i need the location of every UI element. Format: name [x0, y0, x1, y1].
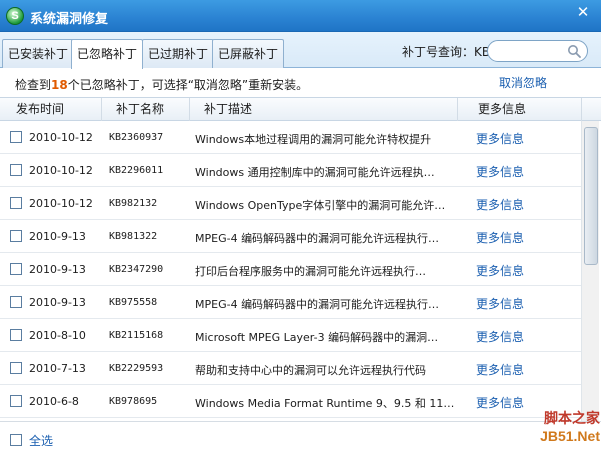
column-header-date[interactable]: 发布时间: [10, 98, 102, 121]
tab-installed[interactable]: 已安装补丁: [2, 39, 75, 68]
column-header-more-info[interactable]: 更多信息: [458, 98, 582, 121]
patch-description-cell: 帮助和支持中心中的漏洞可以允许远程执行代码: [195, 364, 426, 377]
cancel-ignore-link[interactable]: 取消忽略: [499, 74, 547, 91]
table-row[interactable]: 2010-10-12 KB2296011 Windows 通用控制库中的漏洞可能允许…: [0, 154, 581, 187]
patch-description-cell: Windows 通用控制库中的漏洞可能允许远程执…: [195, 166, 435, 179]
patch-id-cell: KB2296011: [109, 165, 164, 176]
app-logo-icon: S: [6, 7, 24, 25]
more-info-link[interactable]: 更多信息: [476, 229, 556, 246]
tab-expired[interactable]: 已过期补丁: [142, 39, 215, 68]
tab-ignored[interactable]: 已忽略补丁: [71, 39, 144, 69]
release-date-cell: 2010-8-10: [29, 329, 86, 342]
release-date-cell: 2010-10-12: [29, 131, 93, 144]
close-button[interactable]: ✕: [575, 4, 591, 20]
select-all-checkbox[interactable]: [10, 434, 22, 446]
tab-blocked[interactable]: 已屏蔽补丁: [212, 39, 285, 68]
patch-description-cell: Microsoft MPEG Layer-3 编码解码器中的漏洞…: [195, 331, 439, 344]
table-row[interactable]: 2010-10-12 KB982132 Windows OpenType字体引擎中的…: [0, 187, 581, 220]
release-date-cell: 2010-9-13: [29, 230, 86, 243]
release-date-cell: 2010-10-12: [29, 197, 93, 210]
ignored-count-message: 检查到18个已忽略补丁，可选择“取消忽略”重新安装。: [15, 76, 308, 93]
tab-strip: 已安装补丁 已忽略补丁 已过期补丁 已屏蔽补丁 补丁号查询：KB: [0, 32, 601, 69]
patch-id-cell: KB978695: [109, 396, 158, 407]
row-checkbox[interactable]: [10, 395, 22, 407]
row-checkbox[interactable]: [10, 329, 22, 341]
patch-id-cell: KB975558: [109, 297, 158, 308]
patch-list: 2010-10-12 KB2360937 Windows本地过程调用的漏洞可能允许特…: [0, 121, 581, 421]
more-info-link[interactable]: 更多信息: [476, 295, 556, 312]
release-date-cell: 2010-9-13: [29, 263, 86, 276]
row-checkbox[interactable]: [10, 131, 22, 143]
title-bar: S 系统漏洞修复 ✕: [0, 0, 601, 32]
table-header: 发布时间 补丁名称 补丁描述 更多信息: [0, 97, 601, 121]
table-row[interactable]: 2010-6-8 KB978695 Windows Media Format Run…: [0, 385, 581, 418]
patch-id-cell: KB2229593: [109, 363, 164, 374]
vertical-scrollbar[interactable]: [581, 121, 599, 421]
more-info-link[interactable]: 更多信息: [476, 361, 556, 378]
patch-id-cell: KB2347290: [109, 264, 164, 275]
scrollbar-thumb[interactable]: [584, 127, 598, 265]
more-info-link[interactable]: 更多信息: [476, 262, 556, 279]
info-prefix: 检查到: [15, 78, 52, 92]
patch-description-cell: Windows本地过程调用的漏洞可能允许特权提升: [195, 133, 432, 146]
patch-description-cell: MPEG-4 编码解码器中的漏洞可能允许远程执行…: [195, 232, 440, 245]
release-date-cell: 2010-10-12: [29, 164, 93, 177]
search-label: 补丁号查询：KB: [402, 45, 491, 59]
info-bar: 检查到18个已忽略补丁，可选择“取消忽略”重新安装。 取消忽略: [0, 69, 601, 97]
table-row[interactable]: 2010-10-12 KB2360937 Windows本地过程调用的漏洞可能允许特…: [0, 121, 581, 154]
row-checkbox[interactable]: [10, 197, 22, 209]
more-info-link[interactable]: 更多信息: [476, 196, 556, 213]
window-title: 系统漏洞修复: [30, 12, 109, 27]
row-checkbox[interactable]: [10, 230, 22, 242]
patch-id-cell: KB2115168: [109, 330, 164, 341]
more-info-link[interactable]: 更多信息: [476, 130, 556, 147]
release-date-cell: 2010-7-13: [29, 362, 86, 375]
patch-id-cell: KB2360937: [109, 132, 164, 143]
patch-description-cell: Windows OpenType字体引擎中的漏洞可能允许…: [195, 199, 446, 212]
ignored-count: 18: [51, 78, 68, 92]
more-info-link[interactable]: 更多信息: [476, 394, 556, 411]
release-date-cell: 2010-9-13: [29, 296, 86, 309]
row-checkbox[interactable]: [10, 263, 22, 275]
table-row[interactable]: 2010-9-13 KB2347290 打印后台程序服务中的漏洞可能允许远程执行… 更…: [0, 253, 581, 286]
table-row[interactable]: 2010-7-13 KB2229593 帮助和支持中心中的漏洞可以允许远程执行代码 更…: [0, 352, 581, 385]
table-row[interactable]: 2010-9-13 KB975558 MPEG-4 编码解码器中的漏洞可能允许远程执…: [0, 286, 581, 319]
patch-id-cell: KB981322: [109, 231, 158, 242]
patch-description-cell: MPEG-4 编码解码器中的漏洞可能允许远程执行…: [195, 298, 440, 311]
search-input[interactable]: [496, 43, 566, 59]
patch-description-cell: 打印后台程序服务中的漏洞可能允许远程执行…: [195, 265, 426, 278]
table-row[interactable]: 2010-8-10 KB2115168 Microsoft MPEG Layer-3…: [0, 319, 581, 352]
patch-description-cell: Windows Media Format Runtime 9、9.5 和 11…: [195, 397, 455, 410]
info-suffix: 个已忽略补丁，可选择“取消忽略”重新安装。: [67, 78, 309, 92]
column-header-kb[interactable]: 补丁名称: [102, 98, 190, 121]
row-checkbox[interactable]: [10, 164, 22, 176]
search-box[interactable]: [487, 40, 588, 62]
close-icon: ✕: [576, 3, 590, 21]
more-info-link[interactable]: 更多信息: [476, 328, 556, 345]
search-icon[interactable]: [567, 44, 581, 58]
more-info-link[interactable]: 更多信息: [476, 163, 556, 180]
select-all-label[interactable]: 全选: [29, 432, 53, 449]
row-checkbox[interactable]: [10, 296, 22, 308]
footer-bar: 全选: [0, 421, 601, 456]
release-date-cell: 2010-6-8: [29, 395, 79, 408]
row-checkbox[interactable]: [10, 362, 22, 374]
patch-id-cell: KB982132: [109, 198, 158, 209]
column-header-description[interactable]: 补丁描述: [190, 98, 458, 121]
table-row[interactable]: 2010-9-13 KB981322 MPEG-4 编码解码器中的漏洞可能允许远程执…: [0, 220, 581, 253]
